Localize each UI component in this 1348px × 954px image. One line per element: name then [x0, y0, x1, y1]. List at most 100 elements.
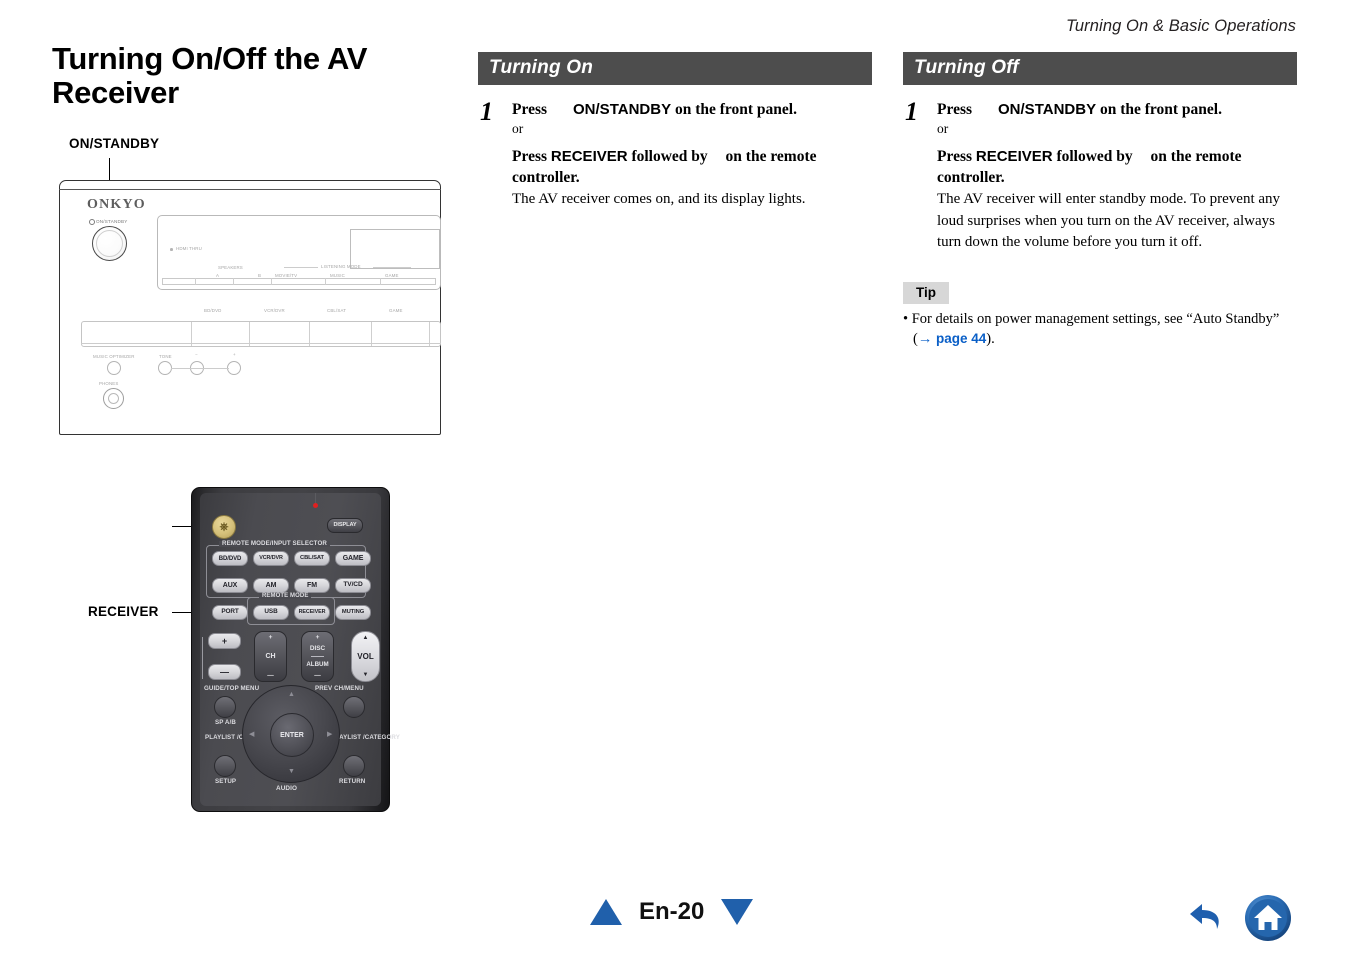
- receiver-display-area: HDMI THRU SPEAKERS A B LISTENING MODE MO…: [157, 215, 441, 290]
- display-row-divider-1: [195, 278, 196, 285]
- tip-badge: Tip: [903, 281, 949, 304]
- remote-button-bd-dvd[interactable]: BD/DVD: [212, 551, 248, 566]
- remote-button-port[interactable]: PORT: [212, 605, 248, 620]
- remote-sp-ab-label: SP A/B: [215, 719, 236, 726]
- speakers-label: SPEAKERS: [218, 265, 243, 270]
- disc-plus-label: +: [315, 634, 320, 641]
- running-header: Turning On & Basic Operations: [1065, 17, 1296, 35]
- on-standby-button-ref-off: ON/STANDBY: [998, 101, 1097, 118]
- front-panel-tail: on the front panel.: [674, 101, 797, 118]
- remote-setup-button[interactable]: [214, 755, 236, 777]
- left-column: Turning On/Off the AV Receiver: [52, 42, 452, 110]
- step-number-off: 1: [905, 97, 918, 126]
- phones-label: PHONES: [99, 381, 119, 386]
- remote-input-selector-group-label: REMOTE MODE/INPUT SELECTOR: [219, 540, 330, 548]
- back-button[interactable]: [1186, 898, 1228, 938]
- step-turning-off: 1 Press ON/STANDBY on the front panel. or…: [903, 97, 1297, 254]
- receiver-on-standby-knob[interactable]: [92, 226, 127, 261]
- hdmi-thru-indicator-dot: [170, 248, 173, 251]
- remote-prev-ch-menu-button[interactable]: [343, 696, 365, 718]
- tone-label: TONE: [159, 354, 172, 359]
- remote-audio-label: AUDIO: [276, 785, 298, 792]
- previous-page-arrow-icon[interactable]: [590, 899, 622, 925]
- remote-button-receiver[interactable]: RECEIVER: [294, 605, 330, 620]
- disc-album-separator: [311, 656, 324, 657]
- remote-button-tv-cd[interactable]: TV/CD: [335, 578, 371, 593]
- music-optimizer-label: MUSIC OPTIMIZER: [93, 354, 135, 359]
- remote-button-aux[interactable]: AUX: [212, 578, 248, 593]
- onkyo-logo: ONKYO: [87, 197, 146, 212]
- callout-on-standby: ON/STANDBY: [69, 136, 160, 151]
- input-label-game: GAME: [389, 308, 403, 313]
- manual-page: Turning On & Basic Operations Turning On…: [0, 0, 1348, 954]
- home-button[interactable]: [1244, 894, 1292, 942]
- remote-button-cbl-sat[interactable]: CBL/SAT: [294, 551, 330, 566]
- remote-guide-top-menu-button[interactable]: [214, 696, 236, 718]
- input-label-vcr-dvr: VCR/DVR: [264, 308, 285, 313]
- page-number: En-20: [639, 898, 705, 925]
- tip-page-link[interactable]: page 44: [936, 331, 986, 346]
- music-optimizer-knob[interactable]: [107, 361, 121, 375]
- remote-power-button[interactable]: ⎈: [212, 515, 236, 539]
- display-row-divider-2: [233, 278, 234, 285]
- step-alternative-off: Press RECEIVER followed by on the remote…: [937, 146, 1297, 188]
- tone-plus-knob[interactable]: [227, 361, 241, 375]
- right-column: Turning Off 1 Press ON/STANDBY on the fro…: [903, 52, 1297, 349]
- tone-connector-line: [171, 368, 229, 369]
- remote-button-fm[interactable]: FM: [294, 578, 330, 593]
- step-result-text: The AV receiver comes on, and its displa…: [512, 191, 806, 207]
- receiver-front-panel-illustration: ONKYO ON/STANDBY HDMI THRU SPEAKERS A B …: [59, 180, 441, 435]
- remote-guide-top-menu-label: GUIDE/TOP MENU: [204, 685, 260, 692]
- remote-navigation-dpad[interactable]: ▲ ◀ ▶ ▼ ENTER: [242, 685, 340, 783]
- step-turning-on: 1 Press ON/STANDBY on the front panel. or…: [478, 97, 872, 211]
- phones-jack[interactable]: [103, 388, 124, 409]
- receiver-button-ref-off: RECEIVER: [975, 148, 1053, 165]
- remote-plus-minus-bracket: [202, 637, 203, 679]
- remote-button-muting[interactable]: MUTING: [335, 605, 371, 620]
- remote-setup-label: SETUP: [215, 778, 237, 785]
- listening-mode-rule-right: [373, 267, 411, 268]
- followed-by-word: followed by: [631, 148, 708, 165]
- remote-button-usb[interactable]: USB: [253, 605, 289, 620]
- dpad-down-arrow-icon: ▼: [288, 768, 295, 775]
- remote-button-am[interactable]: AM: [253, 578, 289, 593]
- middle-column: Turning On 1 Press ON/STANDBY on the fron…: [478, 52, 872, 211]
- ch-minus-label: —: [267, 672, 274, 679]
- remote-volume-rocker[interactable]: ▲ VOL ▼: [351, 631, 380, 682]
- followed-by-word-off: followed by: [1056, 148, 1133, 165]
- hdmi-thru-label: HDMI THRU: [176, 246, 202, 251]
- remote-return-label: RETURN: [339, 778, 366, 785]
- input-label-bd-dvd: BD/DVD: [204, 308, 222, 313]
- listening-mode-rule-left: [284, 267, 318, 268]
- remote-enter-button[interactable]: ENTER: [270, 713, 314, 757]
- remote-display-button[interactable]: DISPLAY: [327, 518, 363, 533]
- press-word-off: Press: [937, 101, 973, 118]
- page-title: Turning On/Off the AV Receiver: [52, 41, 368, 110]
- remote-disc-album-rocker[interactable]: + DISC ALBUM —: [301, 631, 334, 682]
- disc-label: DISC: [309, 645, 326, 652]
- step-instruction-off: Press ON/STANDBY on the front panel.: [937, 99, 1297, 120]
- remote-playlist-category-right-label: PLAYLIST /CATEGORY: [331, 734, 400, 741]
- listening-mode-label: LISTENING MODE: [321, 264, 361, 269]
- receiver-power-label: ON/STANDBY: [89, 219, 128, 225]
- receiver-display-button-row[interactable]: [162, 278, 436, 285]
- remote-button-minus[interactable]: —: [208, 664, 241, 680]
- step-number: 1: [480, 97, 493, 126]
- next-page-arrow-icon[interactable]: [721, 899, 754, 925]
- remote-button-vcr-dvr[interactable]: VCR/DVR: [253, 551, 289, 566]
- remote-button-game[interactable]: GAME: [335, 551, 371, 566]
- receiver-top-edge-line: [59, 189, 441, 190]
- callout-receiver: RECEIVER: [88, 604, 159, 619]
- remote-button-plus[interactable]: +: [208, 633, 241, 649]
- step-result-text-off: The AV receiver will enter standby mode.…: [937, 191, 1281, 250]
- dpad-up-arrow-icon: ▲: [288, 691, 295, 698]
- ch-label: CH: [265, 653, 276, 660]
- alt-press-word: Press: [512, 148, 548, 165]
- tip-block: Tip • For details on power management se…: [903, 281, 1297, 349]
- vol-up-arrow-icon: ▲: [362, 635, 369, 641]
- remote-channel-rocker[interactable]: + CH —: [254, 631, 287, 682]
- tone-knob[interactable]: [158, 361, 172, 375]
- dpad-right-arrow-icon: ▶: [327, 731, 333, 738]
- remote-return-button[interactable]: [343, 755, 365, 777]
- display-row-divider-5: [380, 278, 381, 285]
